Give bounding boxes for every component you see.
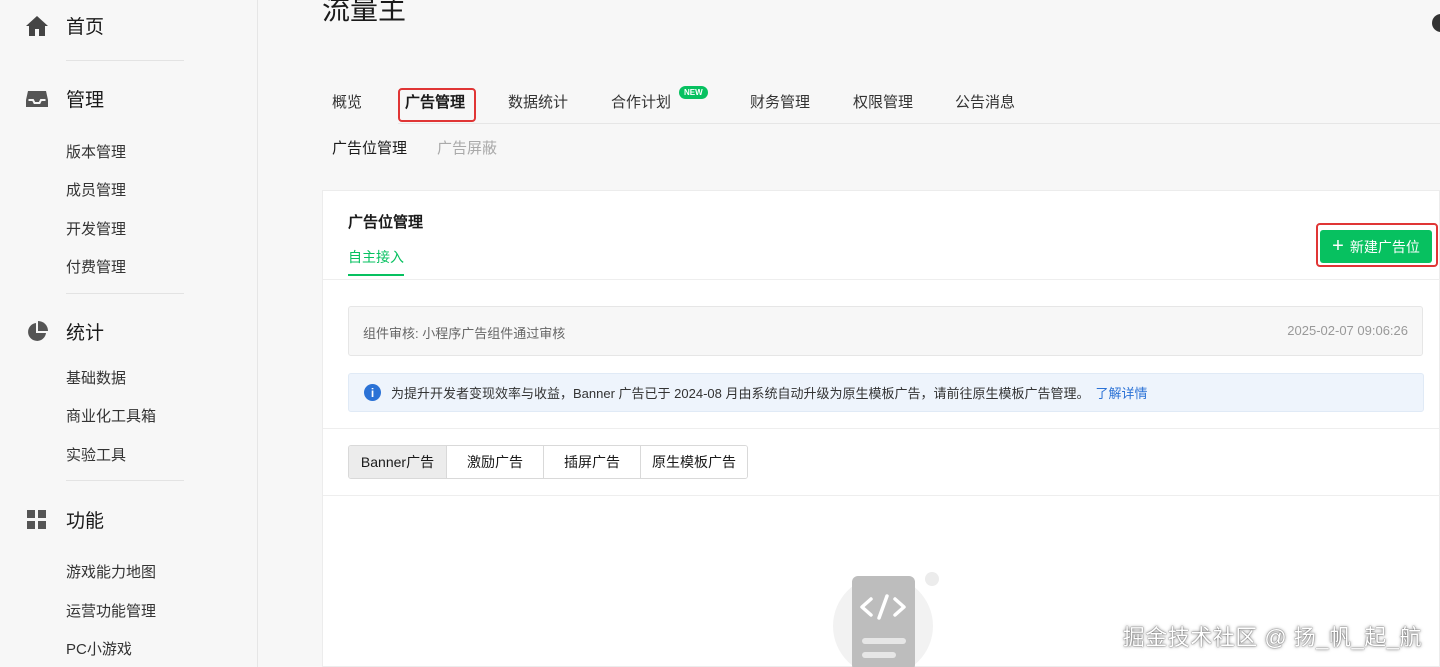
home-icon (24, 13, 50, 39)
sidebar-section-label: 首页 (66, 17, 105, 38)
subtab-ad-block[interactable]: 广告屏蔽 (437, 137, 497, 158)
tab-permissions[interactable]: 权限管理 (853, 91, 913, 112)
divider (66, 60, 184, 61)
divider (66, 480, 184, 481)
info-notice: i 为提升开发者变现效率与收益，Banner 广告已于 2024-08 月由系统… (348, 373, 1424, 412)
review-status-box: 组件审核: 小程序广告组件通过审核 2025-02-07 09:06:26 (348, 306, 1423, 356)
inbox-icon (24, 86, 50, 112)
highlight-box (398, 88, 476, 122)
ad-slot-card: 广告位管理 自主接入 + 新建广告位 组件审核: 小程序广告组件通过审核 202… (322, 190, 1440, 667)
new-ad-slot-button[interactable]: + 新建广告位 (1320, 230, 1432, 263)
avatar[interactable] (1432, 14, 1440, 32)
review-text: 组件审核: 小程序广告组件通过审核 (363, 326, 566, 341)
sidebar-item-experiment[interactable]: 实验工具 (66, 444, 126, 465)
segment-native-template[interactable]: 原生模板广告 (641, 446, 747, 478)
segment-interstitial[interactable]: 插屏广告 (544, 446, 641, 478)
notice-text: 为提升开发者变现效率与收益，Banner 广告已于 2024-08 月由系统自动… (391, 386, 1090, 401)
page-title: 流量主 (322, 0, 407, 25)
sidebar-home[interactable]: 首页 (24, 12, 104, 39)
card-title: 广告位管理 (348, 214, 424, 231)
info-icon: i (364, 384, 381, 401)
learn-more-link[interactable]: 了解详情 (1095, 383, 1147, 402)
tab-self-access[interactable]: 自主接入 (348, 247, 404, 267)
code-file-icon (831, 571, 941, 667)
sidebar-item-dev[interactable]: 开发管理 (66, 218, 126, 239)
sidebar-item-payment[interactable]: 付费管理 (66, 256, 126, 277)
tab-announcements[interactable]: 公告消息 (955, 91, 1015, 112)
tab-partnership[interactable]: 合作计划 (611, 91, 671, 112)
sidebar-section-manage[interactable]: 管理 (24, 85, 104, 112)
tab-data-stats[interactable]: 数据统计 (508, 91, 568, 112)
sidebar-section-features[interactable]: 功能 (24, 506, 104, 533)
sidebar: 首页 管理 版本管理 成员管理 开发管理 付费管理 统计 基础数据 商业化工具箱… (0, 0, 258, 667)
new-badge: NEW (679, 86, 708, 99)
sidebar-item-commercial[interactable]: 商业化工具箱 (66, 405, 156, 426)
sidebar-item-capability-map[interactable]: 游戏能力地图 (66, 561, 156, 582)
tab-finance[interactable]: 财务管理 (750, 91, 810, 112)
divider (323, 495, 1440, 496)
divider (66, 293, 184, 294)
sidebar-section-label: 统计 (66, 323, 105, 344)
pie-chart-icon (24, 319, 50, 345)
review-time: 2025-02-07 09:06:26 (1287, 323, 1408, 338)
tab-indicator (348, 274, 404, 276)
button-label: 新建广告位 (1349, 238, 1420, 255)
ad-type-segmented-control: Banner广告 激励广告 插屏广告 原生模板广告 (348, 445, 748, 479)
divider (323, 428, 1440, 429)
segment-rewarded[interactable]: 激励广告 (447, 446, 544, 478)
sidebar-section-stats[interactable]: 统计 (24, 318, 104, 345)
divider (323, 279, 1440, 280)
sidebar-section-label: 功能 (66, 511, 105, 532)
sidebar-item-basic-data[interactable]: 基础数据 (66, 367, 126, 388)
plus-icon: + (1332, 234, 1344, 257)
sidebar-item-operations[interactable]: 运营功能管理 (66, 600, 156, 621)
subtab-ad-slots[interactable]: 广告位管理 (332, 137, 407, 158)
main-content: 流量主 概览 广告管理 数据统计 合作计划 NEW 财务管理 权限管理 公告消息… (258, 0, 1440, 667)
segment-banner[interactable]: Banner广告 (349, 446, 447, 478)
sidebar-item-version[interactable]: 版本管理 (66, 141, 126, 162)
sidebar-item-members[interactable]: 成员管理 (66, 179, 126, 200)
sidebar-section-label: 管理 (66, 90, 105, 111)
tabs-divider (398, 123, 1440, 124)
grid-icon (24, 507, 50, 533)
tab-overview[interactable]: 概览 (332, 91, 362, 112)
sidebar-item-pc-game[interactable]: PC小游戏 (66, 638, 132, 659)
watermark: 掘金技术社区 @ 扬_帆_起_航 (1122, 625, 1422, 650)
